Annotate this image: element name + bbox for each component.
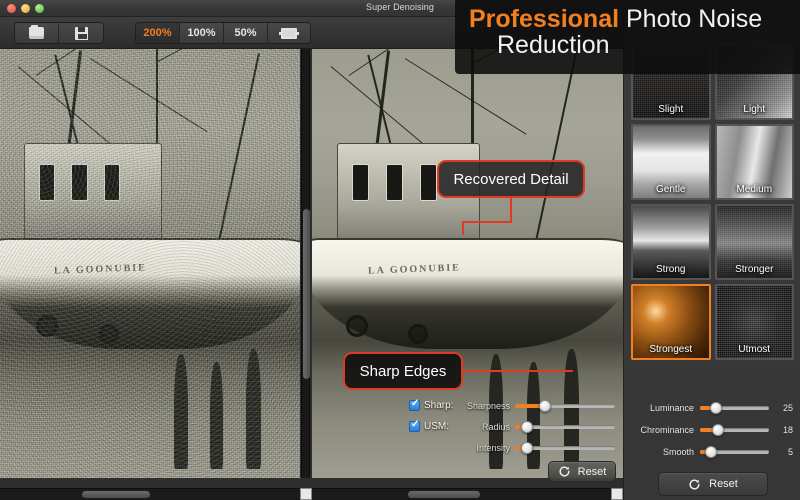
fit-screen-icon <box>279 27 299 39</box>
zoom-button-group: 200% 100% 50% <box>135 22 311 44</box>
recovered-detail-leader-drop <box>462 221 464 235</box>
original-pane-scrollbar[interactable] <box>301 49 310 478</box>
sharpness-slider-row: Sharpness <box>455 400 618 412</box>
original-pane-hscrollbar[interactable] <box>0 488 300 500</box>
preset-strong[interactable]: Strong <box>631 204 711 280</box>
sidebar-reset-button[interactable]: Reset <box>658 472 768 496</box>
sharp-checkbox[interactable] <box>409 398 420 411</box>
intensity-slider-row: Intensity <box>455 442 618 454</box>
hscrollbar-thumb[interactable] <box>82 491 150 498</box>
preset-stronger[interactable]: Stronger <box>714 204 794 280</box>
original-image-pane[interactable]: LA GOONUBIE <box>0 49 300 478</box>
radius-thumb[interactable] <box>521 421 533 433</box>
smooth-value: 5 <box>787 447 793 457</box>
app-window: Super Denoising 200% 100% 50% LA GOONUBI… <box>0 0 800 500</box>
radius-slider[interactable] <box>515 421 615 433</box>
smooth-thumb[interactable] <box>704 446 717 458</box>
fit-to-window-button[interactable] <box>268 23 310 43</box>
usm-checkbox-row[interactable]: USM: <box>409 419 449 432</box>
callout-recovered-detail-text: Recovered Detail <box>453 170 569 188</box>
chrominance-slider[interactable] <box>700 424 769 436</box>
luminance-slider[interactable] <box>700 402 769 414</box>
floppy-disk-icon <box>74 26 88 40</box>
smooth-slider[interactable] <box>700 446 769 458</box>
preset-label: Utmost <box>738 344 771 355</box>
luminance-label: Luminance <box>649 403 694 413</box>
sharp-edges-leader <box>458 370 573 372</box>
smooth-row: Smooth 5 <box>632 441 793 463</box>
luminance-value: 25 <box>782 403 793 413</box>
sidebar-reset-label: Reset <box>709 478 738 490</box>
preset-label: Stronger <box>735 264 774 275</box>
radius-slider-row: Radius <box>455 421 618 433</box>
scrollbar-thumb[interactable] <box>303 209 310 379</box>
refresh-icon <box>558 465 571 478</box>
chrominance-thumb[interactable] <box>711 424 724 436</box>
banner-accent-word: Professional <box>469 5 620 33</box>
zoom-200-button[interactable]: 200% <box>136 23 180 43</box>
preview-pane-hscrollbar[interactable] <box>312 488 623 500</box>
center-reset-button[interactable]: Reset <box>548 461 616 482</box>
preset-label: Medium <box>736 184 773 195</box>
zoom-50-button[interactable]: 50% <box>224 23 268 43</box>
denoised-photo: LA GOONUBIE <box>312 49 623 478</box>
preset-label: Gentle <box>656 184 686 195</box>
preset-grid: Slight Light Gentle Medium Strong Strong <box>631 44 794 360</box>
chrominance-label: Chrominance <box>640 425 694 435</box>
sharpness-thumb[interactable] <box>539 400 551 412</box>
preset-label: Light <box>743 104 766 115</box>
preset-label: Strong <box>656 264 686 275</box>
original-photo: LA GOONUBIE <box>0 49 300 478</box>
preview-hscrollbar-thumb[interactable] <box>408 491 480 498</box>
callout-sharp-edges: Sharp Edges <box>343 352 463 390</box>
callout-recovered-detail: Recovered Detail <box>437 160 585 198</box>
preset-gentle[interactable]: Gentle <box>631 124 711 200</box>
resize-corner-left[interactable] <box>300 488 312 500</box>
luminance-thumb[interactable] <box>710 402 723 414</box>
center-reset-label: Reset <box>577 465 607 478</box>
sharp-checkbox-label: Sharp: <box>424 400 454 411</box>
sharpness-label: Sharpness <box>466 401 510 411</box>
preset-strongest[interactable]: Strongest <box>631 284 711 360</box>
banner-line-1: Professional Photo Noise <box>469 5 790 33</box>
chrominance-row: Chrominance 18 <box>632 419 793 441</box>
sharpness-slider[interactable] <box>515 400 615 412</box>
intensity-label: Intensity <box>476 443 510 453</box>
preset-medium[interactable]: Medium <box>714 124 794 200</box>
preset-utmost[interactable]: Utmost <box>714 284 794 360</box>
save-button[interactable] <box>59 23 103 43</box>
preview-image-pane[interactable]: LA GOONUBIE <box>312 49 623 478</box>
luminance-row: Luminance 25 <box>632 397 793 419</box>
folder-icon <box>29 25 44 39</box>
resize-corner-right[interactable] <box>611 488 623 500</box>
callout-sharp-edges-text: Sharp Edges <box>359 362 447 380</box>
recovered-detail-leader-v <box>510 195 512 223</box>
chrominance-value: 18 <box>782 425 793 435</box>
adjustment-sliders: Luminance 25 Chrominance 18 Smooth 5 <box>632 397 793 463</box>
usm-checkbox-label: USM: <box>424 421 449 432</box>
preset-label: Slight <box>658 104 684 115</box>
file-button-group <box>14 22 104 44</box>
intensity-thumb[interactable] <box>521 442 533 454</box>
banner-rest-word: Photo Noise <box>619 5 763 33</box>
sharp-checkbox-row[interactable]: Sharp: <box>409 398 454 411</box>
open-button[interactable] <box>15 23 59 43</box>
usm-checkbox[interactable] <box>409 419 420 432</box>
smooth-label: Smooth <box>662 447 694 457</box>
intensity-slider[interactable] <box>515 442 615 454</box>
zoom-100-button[interactable]: 100% <box>180 23 224 43</box>
banner-line-2: Reduction <box>497 30 610 59</box>
preset-label: Strongest <box>649 344 693 355</box>
refresh-icon <box>688 478 701 491</box>
presets-sidebar: Slight Light Gentle Medium Strong Strong <box>623 17 800 500</box>
promo-banner: Professional Photo Noise Reduction <box>455 0 800 74</box>
recovered-detail-leader-h <box>462 221 512 223</box>
radius-label: Radius <box>481 422 510 432</box>
